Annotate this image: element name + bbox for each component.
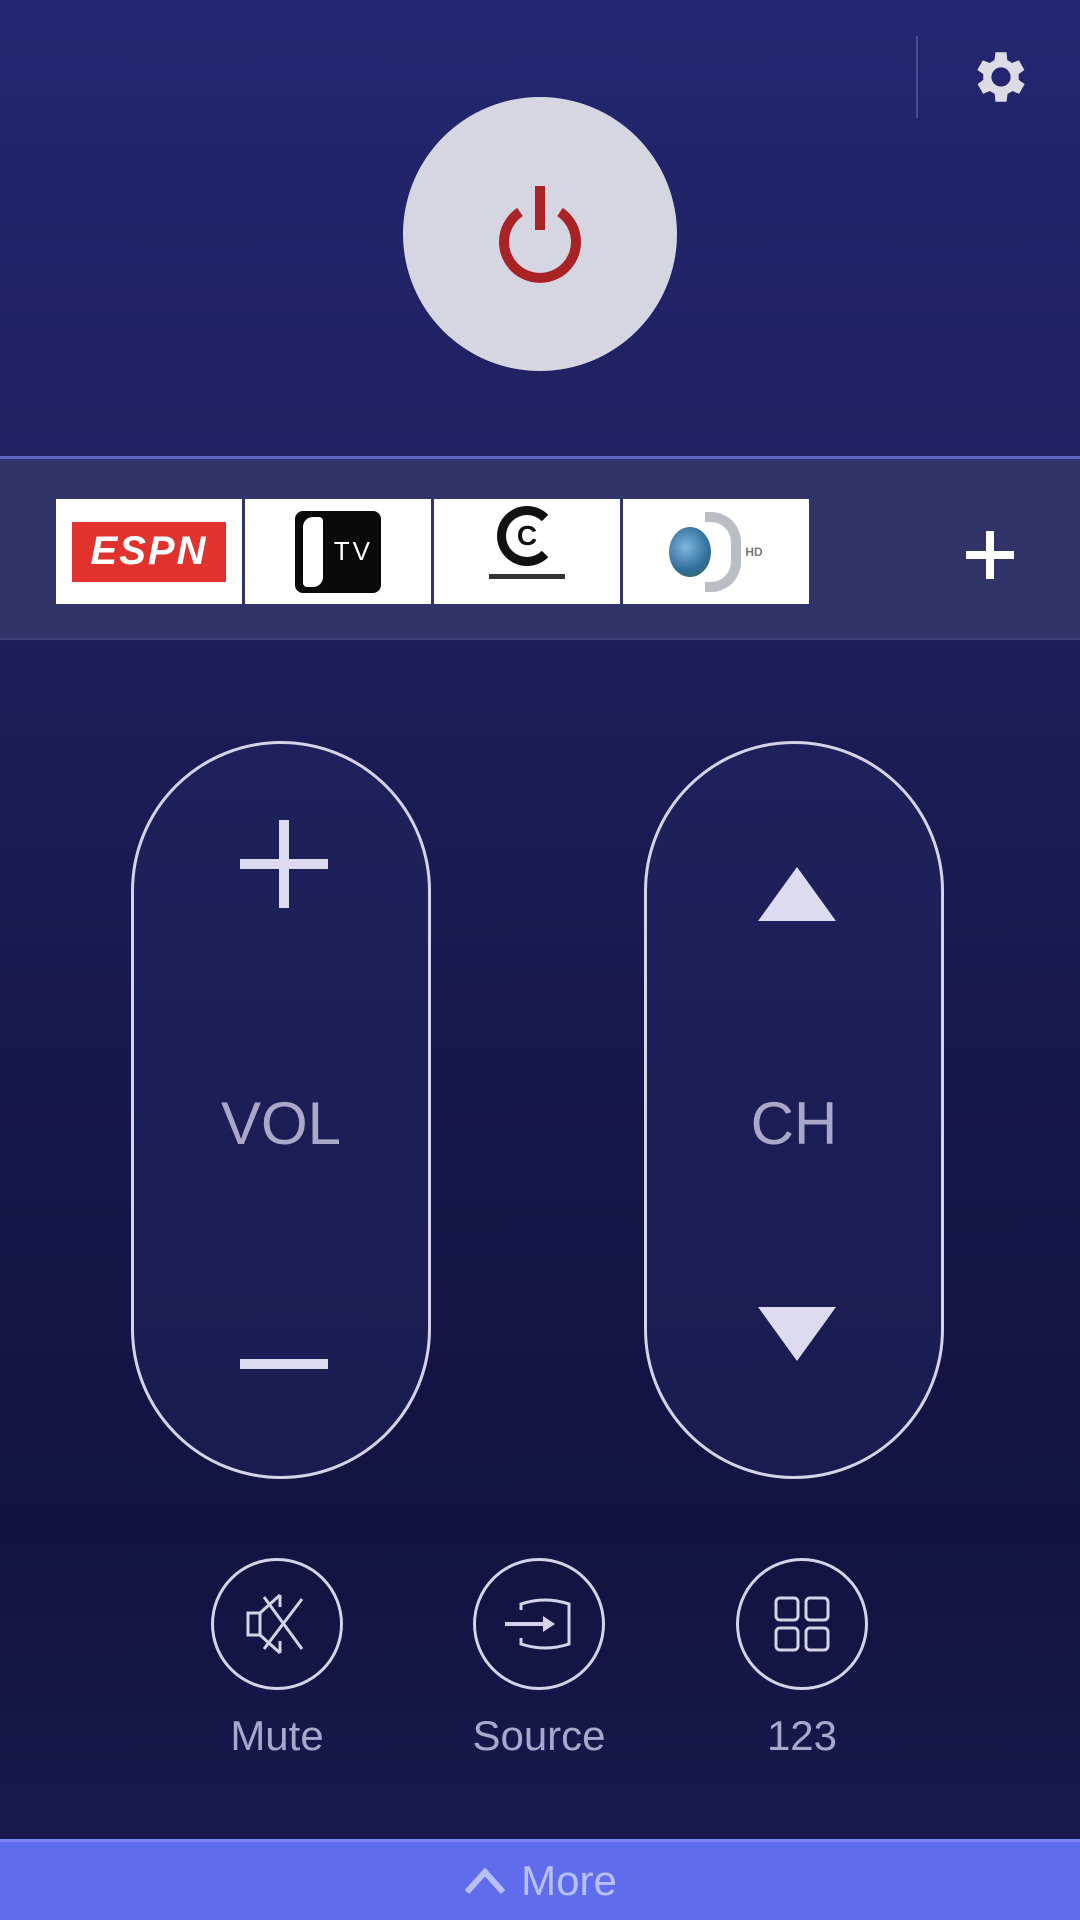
channel-rocker: CH xyxy=(644,741,944,1479)
number-pad-button[interactable] xyxy=(736,1558,868,1690)
channel-espn[interactable]: ESPN xyxy=(56,499,242,604)
mute-button[interactable] xyxy=(211,1558,343,1690)
volume-down-button[interactable] xyxy=(184,1294,384,1434)
nba-tv-logo-text: TV xyxy=(333,536,373,566)
volume-rocker: VOL xyxy=(131,741,431,1479)
add-channel-button[interactable] xyxy=(960,525,1020,585)
discovery-hd-logo: HD xyxy=(669,511,763,592)
power-button[interactable] xyxy=(403,97,677,371)
chevron-up-icon xyxy=(464,1867,506,1895)
more-label: More xyxy=(521,1857,617,1904)
plus-icon xyxy=(966,531,1014,579)
settings-button[interactable] xyxy=(968,44,1034,110)
channel-discovery-hd[interactable]: HD xyxy=(623,499,809,604)
header-area xyxy=(0,0,1080,456)
gear-icon xyxy=(977,52,1025,102)
header-divider xyxy=(916,36,918,118)
volume-label: VOL xyxy=(220,1090,342,1157)
channel-label: CH xyxy=(750,1090,838,1157)
plus-icon xyxy=(240,820,328,908)
channel-nba-tv[interactable]: TV xyxy=(245,499,431,604)
more-button[interactable]: More xyxy=(0,1839,1080,1920)
volume-up-button[interactable] xyxy=(184,794,384,934)
minus-icon xyxy=(240,1359,328,1369)
channel-comedy-central[interactable]: C xyxy=(434,499,620,604)
espn-logo-text: ESPN xyxy=(90,529,208,573)
power-icon xyxy=(499,186,581,283)
source-input-icon xyxy=(505,1598,571,1650)
mute-icon xyxy=(246,1593,304,1655)
grid-icon xyxy=(774,1596,830,1652)
triangle-down-icon xyxy=(758,1307,836,1361)
espn-logo: ESPN xyxy=(72,521,226,582)
comedy-central-logo-text: C xyxy=(516,519,538,551)
number-pad-label: 123 xyxy=(766,1712,838,1759)
triangle-up-icon xyxy=(758,867,836,921)
channel-down-button[interactable] xyxy=(697,1264,897,1404)
mute-label: Mute xyxy=(230,1712,324,1759)
channel-up-button[interactable] xyxy=(697,824,897,964)
comedy-central-logo: C xyxy=(477,505,577,598)
source-button[interactable] xyxy=(473,1558,605,1690)
nba-tv-logo: TV xyxy=(295,510,381,593)
favorite-channels-bar: ESPN TV C HD xyxy=(0,456,1080,640)
source-label: Source xyxy=(472,1712,606,1759)
discovery-hd-logo-text: HD xyxy=(745,544,763,559)
